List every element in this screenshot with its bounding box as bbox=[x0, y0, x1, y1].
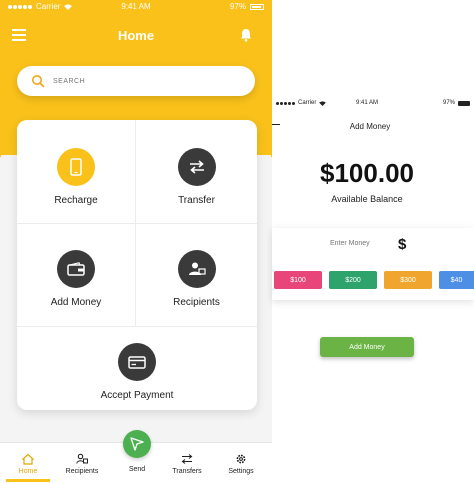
currency-symbol: $ bbox=[398, 236, 407, 253]
card-icon bbox=[128, 356, 146, 369]
accept-payment-tile[interactable]: Accept Payment bbox=[17, 343, 257, 401]
recipients-tile[interactable]: Recipients bbox=[136, 250, 257, 308]
recipients-icon bbox=[76, 453, 88, 464]
status-time: 9:41 AM bbox=[355, 100, 378, 106]
gear-icon bbox=[236, 454, 246, 464]
transfer-arrows-icon bbox=[181, 454, 193, 464]
tab-transfers[interactable]: Transfers bbox=[160, 453, 214, 475]
search-bar[interactable] bbox=[17, 66, 255, 96]
page-title: Add Money bbox=[349, 122, 391, 131]
add-money-button[interactable]: Add Money bbox=[320, 337, 414, 357]
amount-chip-400[interactable]: $40 bbox=[439, 271, 474, 289]
search-input[interactable] bbox=[53, 77, 233, 85]
transfer-arrows-icon bbox=[189, 160, 204, 174]
send-button[interactable] bbox=[123, 430, 151, 458]
status-bar: Carrier 9:41 AM 97% bbox=[0, 0, 272, 14]
send-icon bbox=[130, 437, 144, 451]
balance-label: Available Balance bbox=[331, 194, 403, 204]
send-label: Send bbox=[128, 466, 146, 473]
tab-settings[interactable]: Settings bbox=[214, 453, 268, 475]
recipients-icon bbox=[188, 262, 206, 275]
status-bar: Carrier 9:41 AM 97% bbox=[272, 100, 474, 110]
wallet-icon bbox=[67, 262, 85, 276]
transfer-label: Transfer bbox=[178, 195, 215, 206]
tab-recipients[interactable]: Recipients bbox=[55, 453, 109, 475]
add-money-tile[interactable]: Add Money bbox=[17, 250, 135, 308]
actions-card: Recharge Transfer Add Money Recipients A… bbox=[17, 120, 257, 410]
page-title: Home bbox=[117, 28, 155, 43]
home-screen: Carrier 9:41 AM 97% Home SEARCH Recharge… bbox=[0, 0, 272, 483]
battery-label: 97% bbox=[229, 2, 246, 11]
recipients-label: Recipients bbox=[173, 297, 220, 308]
home-icon bbox=[22, 453, 34, 465]
amount-panel: $ $100 $200 $300 $40 bbox=[272, 228, 474, 300]
transfer-tile[interactable]: Transfer bbox=[136, 148, 257, 206]
search-icon bbox=[32, 75, 45, 88]
tab-home[interactable]: Home bbox=[1, 453, 55, 475]
add-money-screen: Carrier 9:41 AM 97% Add Money $100.00 Av… bbox=[272, 96, 474, 396]
accept-payment-label: Accept Payment bbox=[100, 390, 174, 401]
battery-icon bbox=[458, 100, 470, 106]
recharge-label: Recharge bbox=[54, 195, 98, 206]
amount-input[interactable] bbox=[330, 240, 400, 247]
battery-icon bbox=[250, 3, 264, 10]
bell-icon[interactable] bbox=[240, 28, 252, 42]
phone-icon bbox=[70, 158, 82, 176]
recharge-tile[interactable]: Recharge bbox=[17, 148, 135, 206]
amount-chip-200[interactable]: $200 bbox=[329, 271, 377, 289]
add-money-label: Add Money bbox=[50, 297, 102, 308]
amount-chip-300[interactable]: $300 bbox=[384, 271, 432, 289]
balance-amount: $100.00 bbox=[320, 158, 414, 188]
battery-label: 97% bbox=[442, 100, 455, 106]
active-tab-indicator bbox=[6, 479, 50, 482]
amount-chip-100[interactable]: $100 bbox=[274, 271, 322, 289]
